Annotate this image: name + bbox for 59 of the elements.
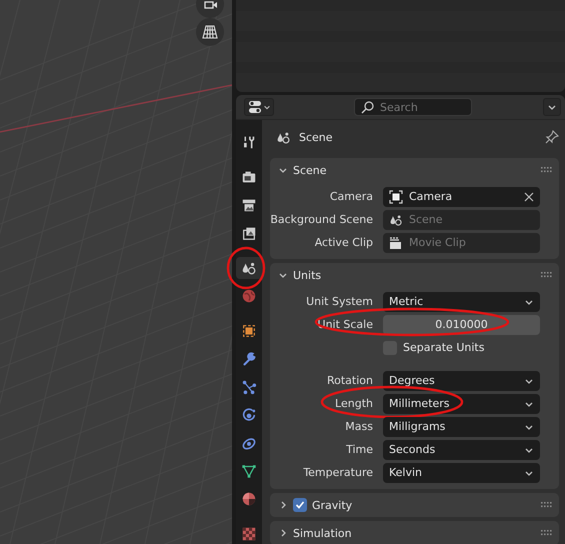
field-label: Rotation	[326, 374, 374, 387]
checkbox[interactable]	[293, 498, 307, 512]
clapperboard-icon	[389, 236, 403, 250]
dropdown[interactable]: Milligrams	[383, 416, 540, 436]
render-icon	[241, 169, 257, 185]
camera-object-icon	[389, 190, 403, 204]
field-label: Time	[345, 443, 374, 456]
panel-header[interactable]: Simulation	[270, 521, 559, 544]
texture-icon	[241, 526, 257, 542]
tool-icon	[241, 134, 257, 150]
field-label: Unit System	[305, 295, 374, 308]
dropdown[interactable]: Kelvin	[383, 462, 540, 482]
field-label: Temperature	[302, 466, 374, 479]
clear-icon[interactable]	[524, 192, 534, 202]
particles-icon	[241, 379, 257, 395]
dropdown[interactable]: Metric	[383, 292, 540, 312]
constraints-icon	[241, 435, 257, 451]
data-icon	[241, 463, 257, 479]
field-label: Active Clip	[314, 236, 374, 249]
drag-handle-icon[interactable]	[541, 272, 553, 278]
search-icon	[361, 100, 374, 114]
panel-header[interactable]: Gravity	[270, 493, 559, 517]
field-label: Background Scene	[270, 213, 374, 226]
options-dropdown[interactable]	[543, 98, 561, 116]
field-label: Length	[334, 397, 374, 410]
scene-icon	[241, 260, 257, 276]
properties-tab[interactable]	[236, 257, 262, 279]
number-field[interactable]: 0.010000	[383, 314, 540, 334]
perspective-toggle-button[interactable]	[196, 18, 224, 46]
field-label: Camera	[328, 190, 374, 203]
chevron-down-icon	[262, 103, 270, 111]
viewlayer-icon	[241, 225, 257, 241]
output-icon	[241, 197, 257, 213]
grid-icon	[202, 25, 218, 39]
pin-icon[interactable]	[545, 130, 559, 144]
camera-icon	[202, 0, 218, 10]
drag-handle-icon[interactable]	[541, 530, 553, 536]
drag-handle-icon[interactable]	[541, 502, 553, 508]
material-icon	[241, 491, 257, 507]
panel-header[interactable]: Units	[270, 263, 559, 287]
dropdown[interactable]: Millimeters	[383, 394, 540, 414]
physics-icon	[241, 407, 257, 423]
drag-handle-icon[interactable]	[541, 167, 553, 173]
object-icon	[241, 323, 257, 339]
context-title: Scene	[299, 130, 333, 144]
scene-icon	[276, 130, 291, 144]
scene-icon	[389, 212, 403, 226]
dropdown[interactable]: Seconds	[383, 440, 540, 460]
field-label: Mass	[344, 420, 374, 433]
world-icon	[241, 288, 257, 304]
panel-header[interactable]: Scene	[270, 158, 559, 182]
search-field[interactable]: Search	[354, 98, 472, 116]
modifier-icon	[241, 351, 257, 367]
separate-units-checkbox[interactable]: Separate Units	[383, 340, 484, 354]
check-icon	[295, 500, 305, 510]
toggle-icon	[248, 100, 262, 114]
object-field[interactable]: Camera	[383, 186, 540, 206]
editor-type-button[interactable]	[244, 98, 274, 116]
dropdown[interactable]: Degrees	[383, 370, 540, 390]
